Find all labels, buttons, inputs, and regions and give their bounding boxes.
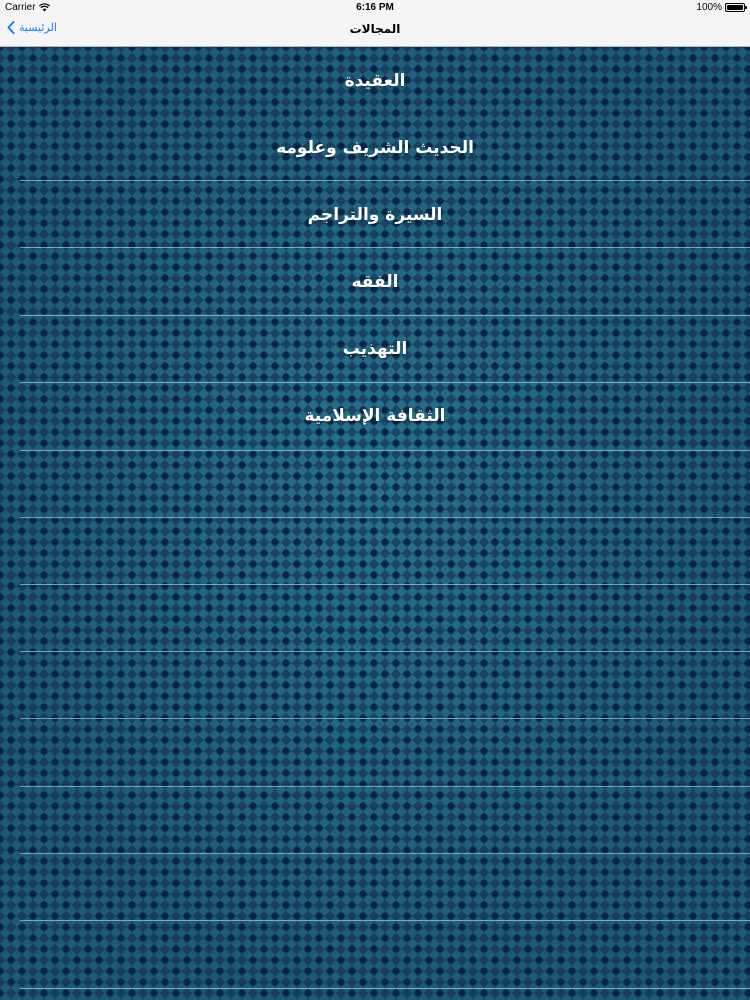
clock: 6:16 PM (356, 2, 394, 13)
row-separator (20, 853, 750, 854)
row-separator (20, 180, 750, 181)
list-item-label: السيرة والتراجم (307, 204, 443, 225)
page-title: المجالات (349, 22, 401, 36)
row-separator (20, 517, 750, 518)
list-item[interactable]: التهذيب (0, 315, 750, 382)
row-separator (20, 920, 750, 921)
battery-indicator: 100% (696, 2, 747, 13)
row-separator (20, 450, 750, 451)
list-item-label: التهذيب (342, 338, 408, 359)
list-item-label: الفقه (351, 271, 399, 292)
list-item[interactable]: العقيدة (0, 47, 750, 114)
battery-fill (727, 5, 743, 10)
list-item[interactable]: الثقافة الإسلامية (0, 382, 750, 449)
list-item-label: الثقافة الإسلامية (304, 405, 446, 426)
status-bar: Carrier 6:16 PM 100% (0, 0, 750, 16)
list-item-label: الحديث الشريف وعلومه (276, 137, 474, 158)
row-separator (20, 786, 750, 787)
row-separator (20, 382, 750, 383)
list-item[interactable]: الفقه (0, 248, 750, 315)
navigation-bar: الرئيسية المجالات (0, 16, 750, 47)
row-separator (20, 651, 750, 652)
row-separator (20, 247, 750, 248)
battery-percent: 100% (696, 2, 722, 13)
list-item[interactable]: الحديث الشريف وعلومه (0, 114, 750, 181)
row-separator (20, 584, 750, 585)
row-separator (20, 315, 750, 316)
row-separator (20, 988, 750, 989)
battery-icon (725, 3, 747, 12)
row-separator (20, 718, 750, 719)
categories-list[interactable]: العقيدة الحديث الشريف وعلومه السيرة والت… (0, 47, 750, 1000)
list-item[interactable]: السيرة والتراجم (0, 181, 750, 248)
list-item-label: العقيدة (344, 70, 406, 91)
